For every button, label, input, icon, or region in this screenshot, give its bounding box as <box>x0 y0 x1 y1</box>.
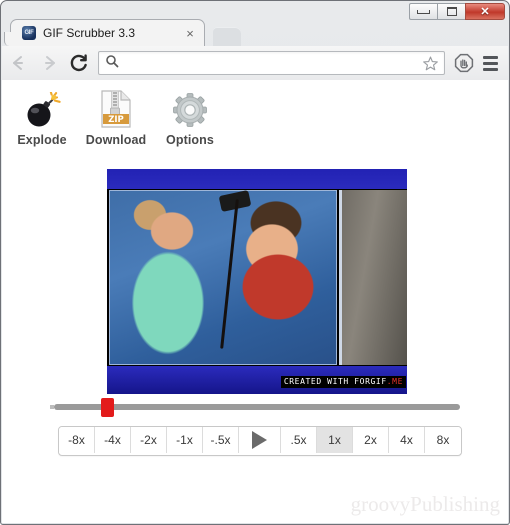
window-controls: ✕ <box>409 3 505 20</box>
browser-toolbar <box>2 46 508 81</box>
address-bar[interactable] <box>98 51 445 75</box>
gif-top-band <box>107 169 407 189</box>
options-label: Options <box>166 133 214 147</box>
speed-button-8x[interactable]: 8x <box>425 427 461 453</box>
close-icon: ✕ <box>480 6 490 18</box>
zip-file-icon: ZIP <box>99 88 133 128</box>
extension-adblock-button[interactable] <box>451 50 477 76</box>
speed-button-1x[interactable]: 1x <box>317 427 353 453</box>
clipper-cord <box>220 199 239 349</box>
speed-button-half-x[interactable]: .5x <box>281 427 317 453</box>
forward-arrow-icon <box>45 56 55 70</box>
stop-hand-icon <box>454 53 474 73</box>
options-button[interactable]: Options <box>156 88 224 147</box>
reload-button[interactable] <box>66 50 92 76</box>
svg-text:ZIP: ZIP <box>108 115 124 125</box>
speed-button-minus2x[interactable]: -2x <box>131 427 167 453</box>
speed-button-2x[interactable]: 2x <box>353 427 389 453</box>
close-button[interactable]: ✕ <box>465 3 505 20</box>
speed-button-group: -8x -4x -2x -1x -.5x .5x 1x 2x 4x 8x <box>58 426 462 456</box>
download-button[interactable]: ZIP Download <box>82 88 150 147</box>
reload-icon <box>70 54 87 72</box>
speed-button-minus4x[interactable]: -4x <box>95 427 131 453</box>
hamburger-line <box>482 55 498 59</box>
publisher-watermark: groovyPublishing <box>350 492 500 516</box>
tab-strip: GIF GIF Scrubber 3.3 × <box>1 19 509 46</box>
gif-frame: CREATED WITH FORGIF.ME <box>107 169 407 394</box>
maximize-button[interactable] <box>437 3 465 20</box>
new-tab-button[interactable] <box>213 27 241 46</box>
scrubber-slider[interactable] <box>50 398 460 417</box>
watermark-suffix: .ME <box>386 377 403 386</box>
page-content: Explode ZIP Download Options CREATED WIT… <box>2 80 508 523</box>
explode-button[interactable]: Explode <box>8 88 76 147</box>
gif-right-panel <box>339 190 407 365</box>
speed-button-minus8x[interactable]: -8x <box>59 427 95 453</box>
forward-button[interactable] <box>36 50 62 76</box>
tab-gif-scrubber[interactable]: GIF GIF Scrubber 3.3 × <box>4 19 205 46</box>
bomb-icon <box>22 88 62 128</box>
scrubber-thumb[interactable] <box>101 398 115 417</box>
browser-window: ✕ GIF GIF Scrubber 3.3 × Explode ZIP Dow… <box>0 0 510 525</box>
app-toolbar: Explode ZIP Download Options <box>2 88 224 147</box>
favicon-icon: GIF <box>22 26 36 40</box>
minimize-icon <box>417 9 430 14</box>
search-icon <box>105 54 119 73</box>
minimize-button[interactable] <box>409 3 437 20</box>
address-input[interactable] <box>119 54 422 72</box>
browser-menu-button[interactable] <box>477 50 503 76</box>
back-button[interactable] <box>6 50 32 76</box>
gif-viewer[interactable]: CREATED WITH FORGIF.ME <box>107 169 407 394</box>
download-label: Download <box>85 133 147 147</box>
play-button[interactable] <box>239 427 281 453</box>
star-icon[interactable] <box>422 55 439 72</box>
watermark-text: CREATED WITH FORGIF <box>283 377 387 386</box>
maximize-icon <box>446 7 457 16</box>
speed-button-4x[interactable]: 4x <box>389 427 425 453</box>
gear-icon <box>172 88 208 128</box>
tab-close-icon[interactable]: × <box>182 25 198 41</box>
favicon-label: GIF <box>24 30 34 36</box>
gif-photo <box>109 190 337 365</box>
hamburger-line <box>482 67 498 71</box>
scrubber-track[interactable] <box>50 404 460 410</box>
explode-label: Explode <box>17 133 67 147</box>
play-icon <box>252 431 267 449</box>
tab-title: GIF Scrubber 3.3 <box>43 26 136 40</box>
back-arrow-icon <box>13 56 23 70</box>
hamburger-line <box>482 61 498 65</box>
speed-button-minus-half-x[interactable]: -.5x <box>203 427 239 453</box>
gif-source-watermark: CREATED WITH FORGIF.ME <box>280 376 406 388</box>
speed-button-minus1x[interactable]: -1x <box>167 427 203 453</box>
